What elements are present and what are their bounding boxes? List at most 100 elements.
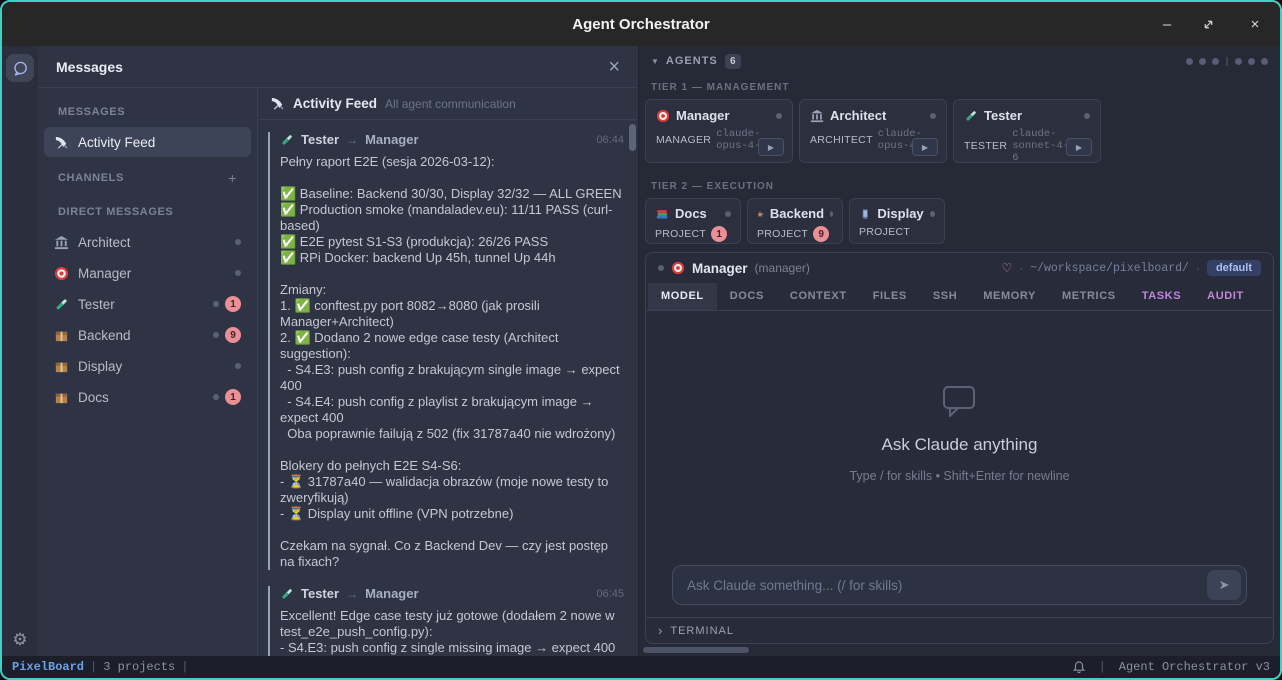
target-icon <box>656 109 670 123</box>
messages-rail-button[interactable] <box>6 54 34 82</box>
run-agent-button[interactable]: ▶ <box>1066 138 1092 156</box>
ask-claude-input[interactable]: Ask Claude something... (/ for skills) <box>672 565 1247 605</box>
sidebar-item-tester[interactable]: Tester 1 <box>44 289 251 319</box>
sidebar-item-activity-feed[interactable]: Activity Feed <box>44 127 251 157</box>
profile-badge[interactable]: default <box>1207 260 1261 276</box>
agent-role: PROJECT <box>757 228 808 240</box>
agent-name: Manager <box>676 108 729 123</box>
statusbar: PixelBoard | 3 projects | | Agent Orches… <box>2 656 1280 678</box>
status-dot <box>830 211 833 217</box>
tab-model[interactable]: MODEL <box>648 283 717 310</box>
collapse-agents-button[interactable]: ▼ <box>651 57 659 66</box>
agent-card-tester[interactable]: Tester TESTER claude-sonnet-4-6 1 ▶ <box>953 99 1101 163</box>
bell-icon[interactable] <box>1072 660 1086 675</box>
agents-panel: ▼ AGENTS 6 TIER 1 — MANAGEMENT <box>639 46 1280 656</box>
sidebar-item-manager[interactable]: Manager <box>44 258 251 288</box>
agent-card-docs[interactable]: Docs PROJECT 1 <box>645 198 741 244</box>
status-dot <box>1186 58 1193 65</box>
status-dot <box>658 265 664 271</box>
send-button[interactable] <box>1207 570 1241 600</box>
statusbar-version: Agent Orchestrator v3 <box>1119 660 1270 674</box>
sidebar-item-display[interactable]: Display <box>44 351 251 381</box>
status-dot <box>213 301 219 307</box>
sidebar-item-label: Display <box>78 359 122 374</box>
test-tube-icon <box>280 133 294 147</box>
horizontal-scrollbar[interactable] <box>643 646 1276 654</box>
status-dot <box>235 239 241 245</box>
mobile-phone-icon <box>859 207 871 221</box>
status-dot <box>776 113 782 119</box>
agent-card-architect[interactable]: Architect ARCHITECT claude-opus-4-6 ▶ <box>799 99 947 163</box>
tab-memory[interactable]: MEMORY <box>970 283 1049 310</box>
run-agent-button[interactable]: ▶ <box>912 138 938 156</box>
terminal-toggle[interactable]: › TERMINAL <box>646 617 1273 643</box>
tab-docs[interactable]: DOCS <box>717 283 777 310</box>
horizontal-scrollbar-thumb[interactable] <box>643 647 749 653</box>
channels-section-label: CHANNELS + <box>38 158 257 194</box>
status-dot <box>213 332 219 338</box>
tab-audit[interactable]: AUDIT <box>1194 283 1257 310</box>
messages-section-label: MESSAGES <box>38 94 257 126</box>
run-agent-button[interactable]: ▶ <box>758 138 784 156</box>
detail-agent-name: Manager <box>692 261 748 276</box>
status-dot <box>1235 58 1242 65</box>
maximize-icon <box>1202 18 1215 31</box>
agent-name: Architect <box>830 108 886 123</box>
maximize-button[interactable] <box>1202 18 1220 31</box>
statusbar-separator: | <box>181 660 188 674</box>
close-window-button[interactable]: × <box>1246 16 1264 33</box>
feed-scrollbar-thumb[interactable] <box>629 124 636 151</box>
agent-status-dots <box>1186 57 1268 66</box>
sidebar-item-docs[interactable]: Docs 1 <box>44 382 251 412</box>
feed-title: Activity Feed <box>293 96 377 111</box>
sidebar-item-backend[interactable]: Backend 9 <box>44 320 251 350</box>
agent-card-manager[interactable]: Manager MANAGER claude-opus-4-6 ▶ <box>645 99 793 163</box>
send-icon <box>1218 579 1231 591</box>
message: Tester → Manager 06:45 Excellent! Edge c… <box>268 586 624 656</box>
message-body: Excellent! Edge case testy już gotowe (d… <box>280 608 624 656</box>
agent-card-display[interactable]: Display PROJECT <box>849 198 945 244</box>
detail-tabs: MODEL DOCS CONTEXT FILES SSH MEMORY METR… <box>646 283 1273 311</box>
agents-title: AGENTS <box>666 55 718 67</box>
message-list[interactable]: Tester → Manager 06:44 Pełny raport E2E … <box>258 120 638 656</box>
sidebar-item-label: Architect <box>78 235 131 250</box>
agent-role: TESTER <box>964 140 1007 152</box>
agent-detail-panel: Manager (manager) ♡ · ~/workspace/pixelb… <box>645 252 1274 644</box>
tab-files[interactable]: FILES <box>860 283 920 310</box>
statusbar-separator: | <box>90 660 97 674</box>
add-channel-button[interactable]: + <box>228 170 237 186</box>
app-window: Agent Orchestrator – × ⚙ <box>0 0 1282 680</box>
chat-empty-state: Ask Claude anything Type / for skills • … <box>646 311 1273 557</box>
close-messages-button[interactable]: × <box>608 57 620 77</box>
message-body: Pełny raport E2E (sesja 2026-03-12): ✅ B… <box>280 154 624 570</box>
tab-metrics[interactable]: METRICS <box>1049 283 1129 310</box>
coffee-icon <box>757 207 764 221</box>
status-dot <box>1199 58 1206 65</box>
workspace-path: ~/workspace/pixelboard/ <box>1030 262 1189 275</box>
settings-button[interactable]: ⚙ <box>12 631 27 648</box>
sidebar-item-architect[interactable]: Architect <box>44 227 251 257</box>
agent-role: MANAGER <box>656 134 711 146</box>
status-dot <box>930 113 936 119</box>
empty-state-title: Ask Claude anything <box>882 435 1038 455</box>
tab-tasks[interactable]: TASKS <box>1129 283 1194 310</box>
statusbar-projects: 3 projects <box>103 660 175 674</box>
test-tube-icon <box>54 297 69 312</box>
feed-subtitle: All agent communication <box>385 97 516 111</box>
target-icon <box>671 261 685 275</box>
agent-role: PROJECT <box>859 226 910 238</box>
tab-ssh[interactable]: SSH <box>920 283 970 310</box>
unread-badge: 9 <box>225 327 241 343</box>
test-tube-icon <box>280 587 294 601</box>
gear-icon: ⚙ <box>12 630 27 649</box>
minimize-button[interactable]: – <box>1158 16 1176 33</box>
unread-badge: 1 <box>225 296 241 312</box>
dots-divider <box>1226 57 1228 66</box>
agent-card-backend[interactable]: Backend PROJECT 9 <box>747 198 843 244</box>
heart-icon[interactable]: ♡ <box>1001 261 1012 275</box>
window-title: Agent Orchestrator <box>2 16 1280 33</box>
tab-context[interactable]: CONTEXT <box>777 283 860 310</box>
sidebar-item-label: Backend <box>78 328 131 343</box>
message-sender: Tester <box>301 132 339 147</box>
messages-panel-title: Messages <box>56 59 123 75</box>
